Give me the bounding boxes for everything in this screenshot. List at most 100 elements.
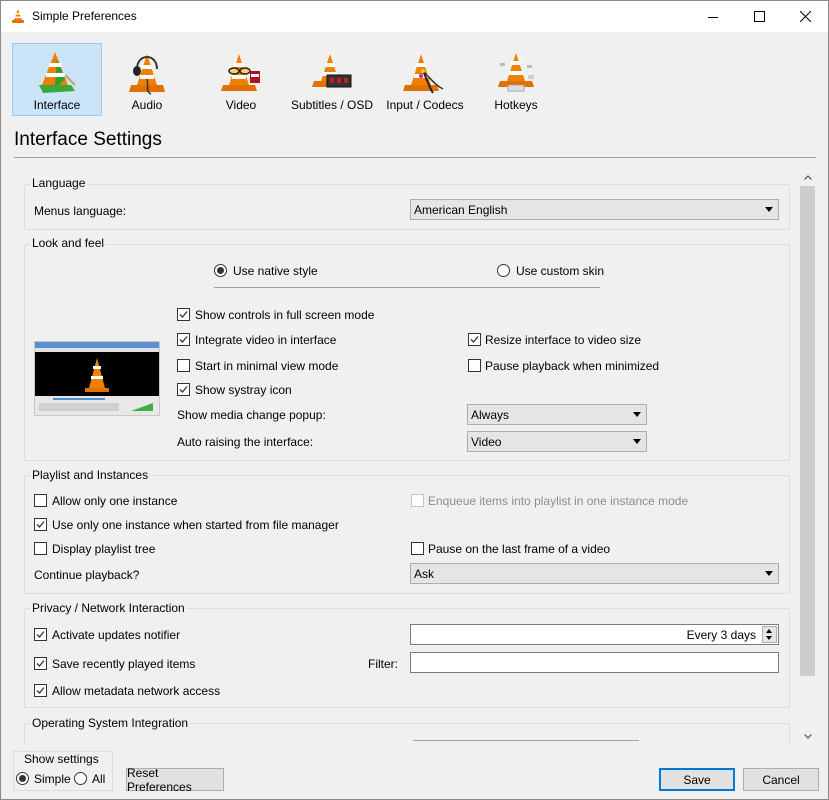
- reset-preferences-button[interactable]: Reset Preferences: [126, 766, 224, 794]
- pause-last-frame-checkbox[interactable]: [411, 542, 424, 555]
- updates-notifier-label[interactable]: Activate updates notifier: [52, 628, 180, 642]
- checkmark-icon: [179, 386, 188, 393]
- checkmark-icon: [36, 521, 45, 528]
- custom-skin-radio[interactable]: [497, 264, 510, 277]
- radio-selected-dot: [19, 775, 26, 782]
- one-instance-file-manager-label[interactable]: Use only one instance when started from …: [52, 518, 339, 532]
- media-change-popup-value: Always: [471, 408, 510, 422]
- chevron-up-icon: [803, 175, 812, 180]
- scroll-thumb[interactable]: [800, 186, 815, 676]
- enqueue-items-label: Enqueue items into playlist in one insta…: [428, 494, 689, 508]
- auto-raising-dropdown[interactable]: Video: [467, 431, 647, 452]
- scroll-up-button[interactable]: [799, 169, 816, 186]
- all-settings-radio[interactable]: [74, 772, 87, 785]
- all-settings-label[interactable]: All: [92, 772, 105, 786]
- minimize-button[interactable]: [690, 1, 736, 32]
- os-integration-divider: [413, 740, 639, 741]
- settings-scrollbar[interactable]: [799, 169, 816, 745]
- start-minimal-label[interactable]: Start in minimal view mode: [195, 359, 338, 373]
- interface-cone-icon: [39, 52, 76, 93]
- metadata-access-checkbox[interactable]: [34, 684, 47, 697]
- resize-interface-checkbox[interactable]: [468, 333, 481, 346]
- scroll-down-button[interactable]: [799, 728, 816, 745]
- close-button[interactable]: [782, 1, 828, 32]
- menus-language-dropdown[interactable]: American English: [410, 199, 779, 220]
- checkmark-icon: [470, 336, 479, 343]
- integrate-video-label[interactable]: Integrate video in interface: [195, 333, 336, 347]
- native-style-radio[interactable]: [214, 264, 227, 277]
- updates-notifier-checkbox[interactable]: [34, 628, 47, 641]
- spin-up-icon[interactable]: [766, 629, 772, 633]
- integrate-video-checkbox[interactable]: [177, 333, 190, 346]
- filter-label: Filter:: [368, 657, 398, 671]
- cancel-button[interactable]: Cancel: [743, 768, 819, 791]
- dropdown-arrow-icon: [765, 571, 773, 576]
- category-video[interactable]: Video: [196, 43, 286, 116]
- display-tree-label[interactable]: Display playlist tree: [52, 542, 155, 556]
- pause-minimized-checkbox[interactable]: [468, 359, 481, 372]
- maximize-icon: [753, 11, 765, 22]
- filter-input[interactable]: [410, 652, 779, 673]
- chevron-down-icon: [803, 734, 812, 739]
- pause-minimized-label[interactable]: Pause playback when minimized: [485, 359, 659, 373]
- category-input-codecs[interactable]: Input / Codecs: [380, 43, 470, 116]
- hotkeys-keyboard-cone-icon: [498, 53, 534, 92]
- category-interface[interactable]: Interface: [12, 43, 102, 116]
- display-tree-checkbox[interactable]: [34, 542, 47, 555]
- input-cables-cone-icon: [403, 54, 444, 94]
- menus-language-value: American English: [414, 203, 508, 217]
- simple-settings-label[interactable]: Simple: [34, 772, 71, 786]
- auto-raising-value: Video: [471, 435, 502, 449]
- one-instance-file-manager-checkbox[interactable]: [34, 518, 47, 531]
- minimize-icon: [708, 16, 718, 18]
- category-toolbar: Interface Audio Video Subtitles / OSD In…: [1, 32, 828, 118]
- subtitles-display-cone-icon: [312, 54, 352, 88]
- dropdown-arrow-icon: [633, 412, 641, 417]
- media-change-popup-dropdown[interactable]: Always: [467, 404, 647, 425]
- show-controls-fullscreen-label[interactable]: Show controls in full screen mode: [195, 308, 374, 322]
- category-hotkeys[interactable]: Hotkeys: [471, 43, 561, 116]
- video-glasses-cone-icon: [221, 54, 260, 91]
- native-style-label[interactable]: Use native style: [233, 264, 318, 278]
- resize-interface-label[interactable]: Resize interface to video size: [485, 333, 641, 347]
- show-systray-label[interactable]: Show systray icon: [195, 383, 292, 397]
- category-label: Interface: [33, 98, 81, 112]
- category-label: Input / Codecs: [386, 98, 464, 112]
- updates-interval-value: Every 3 days: [686, 628, 756, 642]
- enqueue-items-checkbox[interactable]: [411, 494, 424, 507]
- custom-skin-label[interactable]: Use custom skin: [516, 264, 604, 278]
- page-title: Interface Settings: [14, 129, 162, 150]
- playlist-group-label: Playlist and Instances: [30, 468, 151, 482]
- one-instance-label[interactable]: Allow only one instance: [52, 494, 177, 508]
- style-divider: [214, 287, 600, 288]
- category-subtitles-osd[interactable]: Subtitles / OSD: [287, 43, 377, 116]
- start-minimal-checkbox[interactable]: [177, 359, 190, 372]
- save-button[interactable]: Save: [659, 768, 735, 791]
- continue-playback-dropdown[interactable]: Ask: [410, 563, 779, 584]
- radio-selected-dot: [217, 267, 224, 274]
- pause-last-frame-label[interactable]: Pause on the last frame of a video: [428, 542, 610, 556]
- save-recent-checkbox[interactable]: [34, 657, 47, 670]
- category-audio[interactable]: Audio: [102, 43, 192, 116]
- one-instance-checkbox[interactable]: [34, 494, 47, 507]
- simple-settings-radio[interactable]: [16, 772, 29, 785]
- window-title: Simple Preferences: [32, 9, 137, 23]
- media-change-popup-label: Show media change popup:: [177, 408, 326, 422]
- vlc-cone-icon: [12, 9, 24, 23]
- language-group-label: Language: [30, 176, 88, 190]
- vlc-player-preview-icon: [35, 342, 159, 415]
- maximize-button[interactable]: [736, 1, 782, 32]
- title-bar: Simple Preferences: [1, 1, 828, 32]
- show-systray-checkbox[interactable]: [177, 383, 190, 396]
- metadata-access-label[interactable]: Allow metadata network access: [52, 684, 220, 698]
- spin-down-icon[interactable]: [766, 636, 772, 640]
- dropdown-arrow-icon: [765, 207, 773, 212]
- spin-buttons[interactable]: [762, 626, 777, 643]
- show-controls-fullscreen-checkbox[interactable]: [177, 308, 190, 321]
- checkmark-icon: [36, 687, 45, 694]
- category-label: Video: [225, 98, 257, 112]
- updates-interval-spinbox[interactable]: Every 3 days: [410, 624, 779, 645]
- audio-headphones-cone-icon: [129, 54, 165, 95]
- save-recent-label[interactable]: Save recently played items: [52, 657, 195, 671]
- menus-language-label: Menus language:: [34, 204, 127, 218]
